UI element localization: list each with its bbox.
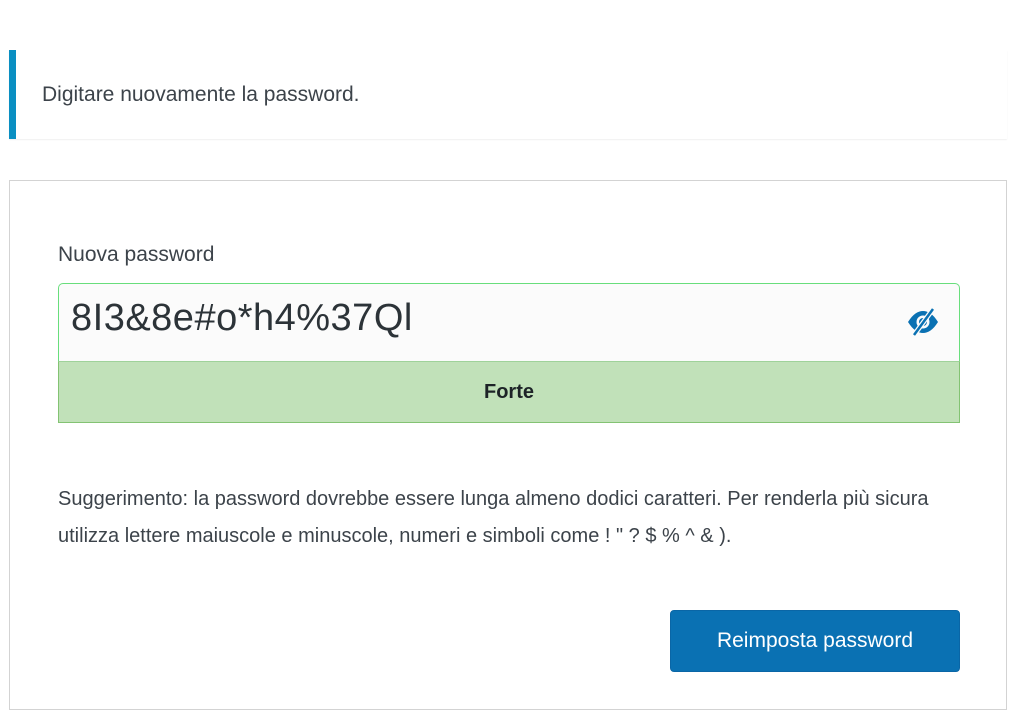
new-password-field[interactable]: 8I3&8e#o*h4%37Ql xyxy=(58,283,960,361)
password-hint: Suggerimento: la password dovrebbe esser… xyxy=(58,488,929,547)
new-password-label: Nuova password xyxy=(58,243,215,266)
eye-slash-icon[interactable] xyxy=(903,304,943,340)
reset-password-button[interactable]: Reimposta password xyxy=(670,610,960,672)
strength-label: Forte xyxy=(484,380,534,403)
reset-password-button-label: Reimposta password xyxy=(716,629,914,652)
reset-password-form: Nuova password 8I3&8e#o*h4%37Ql Forte Su… xyxy=(9,180,1007,710)
notice-text: Digitare nuovamente la password. xyxy=(42,82,360,106)
password-strength-indicator: Forte xyxy=(58,361,960,423)
new-password-input[interactable]: 8I3&8e#o*h4%37Ql xyxy=(71,297,413,340)
notice-message: Digitare nuovamente la password. xyxy=(9,50,1007,139)
